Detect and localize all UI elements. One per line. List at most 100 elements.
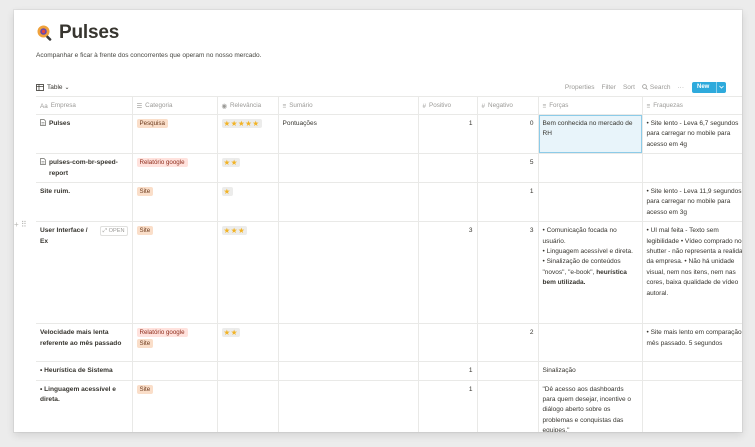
database-toolbar: Table ⌄ Properties Filter Sort Search ··…: [36, 80, 726, 94]
cell-relevancia[interactable]: ★★★★★: [217, 114, 279, 155]
cell-empresa[interactable]: User Interface / Ex ⤢ OPEN: [36, 221, 133, 325]
cell-relevancia[interactable]: [217, 361, 279, 381]
cell-categoria[interactable]: Relatório google Site: [132, 323, 218, 363]
cell-relevancia[interactable]: ★★: [217, 153, 279, 184]
cell-empresa[interactable]: • Linguagem acessível e direta.: [36, 380, 133, 432]
cell-relevancia[interactable]: [217, 380, 279, 432]
category-tag: Site: [136, 226, 154, 236]
column-header-positivo[interactable]: # Positivo: [418, 96, 478, 115]
column-header-negativo[interactable]: # Negativo: [477, 96, 539, 115]
cell-negativo[interactable]: [477, 380, 539, 432]
search-button[interactable]: Search: [642, 84, 671, 91]
cell-fraquezas[interactable]: • Site mais lento em comparação ao mês p…: [642, 323, 742, 363]
cell-fraquezas[interactable]: [642, 380, 742, 432]
column-header-empresa[interactable]: Aa Empresa: [36, 96, 133, 115]
cell-fraquezas[interactable]: • Site lento - Leva 11,9 segundos para c…: [642, 182, 742, 223]
number-property-icon: #: [422, 102, 427, 110]
cell-categoria[interactable]: Pesquisa: [132, 114, 218, 155]
cell-sumario[interactable]: [278, 182, 419, 223]
column-header-relevancia[interactable]: ◉ Relevância: [217, 96, 279, 115]
cell-forcas[interactable]: [538, 153, 643, 184]
cell-positivo[interactable]: 1: [418, 361, 478, 381]
cell-positivo[interactable]: 3: [418, 221, 478, 325]
cell-relevancia[interactable]: ★★★: [217, 221, 279, 325]
cell-categoria[interactable]: Site: [132, 380, 218, 432]
page-icon: [40, 158, 46, 169]
sort-button[interactable]: Sort: [623, 84, 635, 91]
cell-sumario[interactable]: Pontuações: [278, 114, 419, 155]
cell-negativo[interactable]: [477, 361, 539, 381]
number-property-icon: #: [481, 102, 486, 110]
cell-forcas[interactable]: [538, 323, 643, 363]
table-row[interactable]: • Linguagem acessível e direta. Site 1 "…: [36, 380, 742, 432]
column-label: Relevância: [230, 101, 262, 109]
table-icon: [36, 83, 44, 91]
cell-forcas[interactable]: "Dê acesso aos dashboards para quem dese…: [538, 380, 643, 432]
cell-negativo[interactable]: 3: [477, 221, 539, 325]
cell-empresa[interactable]: Site ruim.: [36, 182, 133, 223]
cell-fraquezas[interactable]: [642, 361, 742, 381]
more-options-button[interactable]: ···: [678, 84, 685, 91]
chevron-down-icon[interactable]: [716, 81, 726, 93]
chevron-down-icon: ⌄: [64, 84, 70, 91]
cell-categoria[interactable]: Site: [132, 182, 218, 223]
cell-forcas[interactable]: Sinalização: [538, 361, 643, 381]
rating-stars: ★★★: [221, 226, 248, 236]
cell-fraquezas[interactable]: • UI mal feita - Texto sem legibilidade …: [642, 221, 742, 325]
rating-stars: ★: [221, 187, 233, 197]
open-page-button[interactable]: ⤢ OPEN: [99, 226, 128, 237]
properties-button[interactable]: Properties: [565, 84, 595, 91]
cell-categoria[interactable]: Site: [132, 221, 218, 325]
table-row[interactable]: Velocidade mais lenta referente ao mês p…: [36, 323, 742, 363]
cell-forcas[interactable]: [538, 182, 643, 223]
new-button[interactable]: New: [692, 81, 726, 93]
cell-positivo[interactable]: [418, 323, 478, 363]
cell-forcas[interactable]: • Comunicação focada no usuário. • Lingu…: [538, 221, 643, 325]
row-title: pulses-com-br-speed-report: [49, 159, 118, 177]
cell-negativo[interactable]: 0: [477, 114, 539, 155]
view-switcher[interactable]: Table ⌄: [36, 84, 70, 91]
column-header-forcas[interactable]: ≡ Forças: [538, 96, 643, 115]
row-drag-handle-icon[interactable]: + ⠿: [14, 220, 27, 229]
table-row[interactable]: User Interface / Ex ⤢ OPEN Site ★★★ 3 3 …: [36, 221, 742, 325]
cell-sumario[interactable]: [278, 153, 419, 184]
cell-empresa[interactable]: • Heurística de Sistema: [36, 361, 133, 381]
cell-sumario[interactable]: [278, 323, 419, 363]
cell-categoria[interactable]: [132, 361, 218, 381]
cell-negativo[interactable]: 2: [477, 323, 539, 363]
cell-sumario[interactable]: [278, 361, 419, 381]
cell-fraquezas[interactable]: [642, 153, 742, 184]
magnifier-icon[interactable]: [36, 24, 54, 42]
cell-negativo[interactable]: 1: [477, 182, 539, 223]
cell-positivo[interactable]: [418, 182, 478, 223]
expand-icon: ⤢: [102, 228, 108, 235]
filter-button[interactable]: Filter: [602, 84, 616, 91]
table-row[interactable]: pulses-com-br-speed-report Relatório goo…: [36, 153, 742, 184]
cell-positivo[interactable]: 1: [418, 380, 478, 432]
page-description[interactable]: Acompanhar e ficar à frente dos concorre…: [36, 52, 726, 59]
cell-fraquezas[interactable]: • Site lento - Leva 6,7 segundos para ca…: [642, 114, 742, 155]
cell-relevancia[interactable]: ★: [217, 182, 279, 223]
table-row[interactable]: • Heurística de Sistema 1 Sinalização: [36, 361, 742, 381]
table-row[interactable]: Pulses Pesquisa ★★★★★ Pontuações 1 0 Bem…: [36, 114, 742, 155]
column-header-categoria[interactable]: ☰ Categoria: [132, 96, 218, 115]
table-row[interactable]: Site ruim. Site ★ 1 • Site lento - Leva …: [36, 182, 742, 223]
text-lines-icon: ≡: [282, 102, 287, 110]
page-title[interactable]: Pulses: [59, 22, 119, 44]
column-header-fraquezas[interactable]: ≡ Fraquezas: [642, 96, 742, 115]
row-title: Pulses: [49, 120, 71, 127]
cell-empresa[interactable]: Pulses: [36, 114, 133, 155]
cell-empresa[interactable]: pulses-com-br-speed-report: [36, 153, 133, 184]
cell-empresa[interactable]: Velocidade mais lenta referente ao mês p…: [36, 323, 133, 363]
cell-positivo[interactable]: [418, 153, 478, 184]
cell-relevancia[interactable]: ★★: [217, 323, 279, 363]
column-header-sumario[interactable]: ≡ Sumário: [278, 96, 419, 115]
row-title: User Interface / Ex: [40, 227, 88, 245]
cell-categoria[interactable]: Relatório google: [132, 153, 218, 184]
rating-stars: ★★★★★: [221, 119, 262, 128]
cell-negativo[interactable]: 5: [477, 153, 539, 184]
cell-sumario[interactable]: [278, 221, 419, 325]
cell-forcas[interactable]: Bem conhecida no mercado de RH: [538, 114, 643, 155]
cell-positivo[interactable]: 1: [418, 114, 478, 155]
cell-sumario[interactable]: [278, 380, 419, 432]
